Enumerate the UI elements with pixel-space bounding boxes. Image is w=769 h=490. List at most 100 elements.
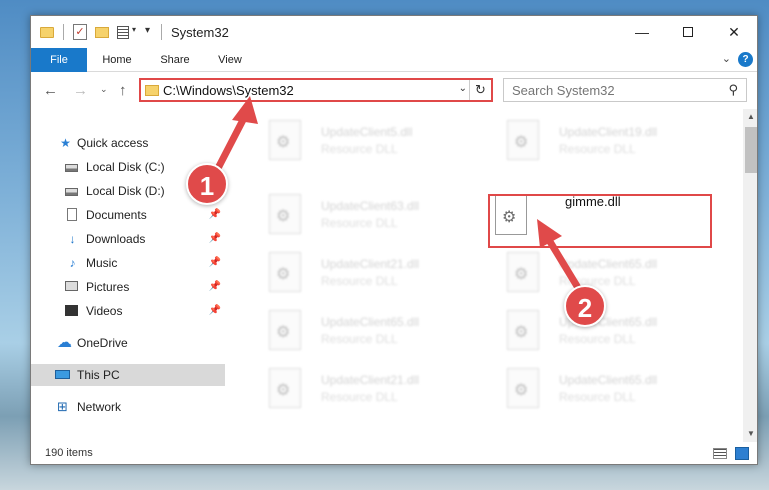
search-input[interactable] [504,79,716,101]
file-type: Resource DLL [321,390,398,404]
cloud-icon: ☁ [57,334,72,351]
properties-icon[interactable] [117,26,129,39]
pin-icon[interactable]: 📌 [209,204,221,226]
sidebar-item-label: Documents [86,208,147,222]
sidebar-item-label: OneDrive [77,336,128,350]
folder-icon [145,85,159,96]
sidebar-item-this-pc[interactable]: This PC [31,364,225,386]
customize-toolbar-icon[interactable]: ▾ [145,25,150,43]
pin-icon[interactable]: 📌 [209,276,221,298]
computer-icon [55,370,70,379]
properties-check-icon[interactable]: ✓ [73,24,87,40]
file-type: Resource DLL [559,390,636,404]
minimize-button[interactable]: — [619,16,665,48]
folder-icon [40,27,54,38]
tab-home[interactable]: Home [95,48,139,72]
sidebar-item-label: Local Disk (C:) [86,160,165,174]
window-title: System32 [171,25,229,40]
navigation-bar: ← → ⌄ ↑ C:\Windows\System32 ⌄ ↻ ⚲ [31,73,757,109]
dll-file-icon: ⚙ [269,368,301,408]
sidebar-item-label: Quick access [77,136,149,150]
download-icon: ↓ [69,232,76,246]
refresh-button[interactable]: ↻ [469,80,491,100]
dll-file-icon: ⚙ [507,368,539,408]
tab-share[interactable]: Share [153,48,197,72]
file-name: UpdateClient5.dll [321,125,413,139]
sidebar-item-label: Pictures [86,280,130,294]
sidebar-item-network[interactable]: ⊞ Network [31,396,225,418]
sidebar-item-videos[interactable]: Videos 📌 [31,300,225,322]
forward-button[interactable]: → [73,82,88,99]
file-list: ⚙ UpdateClient5.dll Resource DLL ⚙ Updat… [227,109,743,442]
scrollbar-thumb[interactable] [745,127,757,173]
file-explorer-window: ✓ ▾ ▾ System32 — ✕ File Home Share View … [30,15,758,465]
gear-icon: ⚙ [514,266,529,283]
file-type: Resource DLL [559,274,636,288]
toolbar-separator [63,24,64,40]
help-icon[interactable]: ? [738,52,753,67]
file-item[interactable]: ⚙ UpdateClient21.dll Resource DLL [249,247,469,299]
file-type: Resource DLL [559,142,636,156]
dll-file-icon: ⚙ [269,194,301,234]
pin-icon[interactable]: 📌 [209,252,221,274]
recent-locations-icon[interactable]: ⌄ [100,84,108,95]
step-2-badge: 2 [564,285,606,327]
close-button[interactable]: ✕ [711,16,757,48]
file-item[interactable]: ⚙ UpdateClient5.dll Resource DLL [249,115,469,167]
file-item[interactable]: ⚙ UpdateClient19.dll Resource DLL [487,115,707,167]
file-name: UpdateClient65.dll [559,373,658,387]
file-type: Resource DLL [321,274,398,288]
details-view-icon[interactable] [713,448,727,459]
sidebar-item-quick-access[interactable]: ★ Quick access [31,132,225,154]
up-button[interactable]: ↑ [119,82,127,99]
gear-icon: ⚙ [276,266,291,283]
file-item[interactable]: ⚙ UpdateClient65.dll Resource DLL [487,363,707,415]
vertical-scrollbar[interactable]: ▲ ▼ [743,109,757,442]
title-bar: ✓ ▾ ▾ System32 — ✕ [31,16,757,48]
sidebar-item-label: Local Disk (D:) [86,184,165,198]
file-type: Resource DLL [321,216,398,230]
scroll-up-icon[interactable]: ▲ [743,109,757,125]
music-icon: ♪ [69,256,76,270]
gear-icon: ⚙ [276,134,291,151]
dll-file-icon: ⚙ [507,252,539,292]
back-button[interactable]: ← [43,82,58,99]
gear-icon: ⚙ [514,134,529,151]
navigation-pane: ★ Quick access Local Disk (C:) Local Dis… [31,109,227,442]
sidebar-item-documents[interactable]: Documents 📌 [31,204,225,226]
file-item[interactable]: ⚙ UpdateClient63.dll Resource DLL [249,189,469,241]
step-1-badge: 1 [186,163,228,205]
sidebar-item-music[interactable]: ♪ Music 📌 [31,252,225,274]
address-bar[interactable]: C:\Windows\System32 ⌄ ↻ [139,78,493,102]
file-name: UpdateClient21.dll [321,373,420,387]
file-item[interactable]: ⚙ UpdateClient21.dll Resource DLL [249,363,469,415]
scroll-down-icon[interactable]: ▼ [743,426,757,442]
pin-icon[interactable]: 📌 [209,228,221,250]
gear-icon: ⚙ [514,324,529,341]
file-type: Resource DLL [321,142,398,156]
gear-icon: ⚙ [276,208,291,225]
dll-file-icon: ⚙ [507,120,539,160]
large-icons-view-icon[interactable] [735,447,749,460]
new-folder-icon[interactable] [95,27,109,38]
maximize-icon [683,27,693,37]
expand-ribbon-icon[interactable]: ⌄ [722,52,731,65]
dll-file-icon: ⚙ [269,252,301,292]
search-box[interactable]: ⚲ [503,78,747,102]
file-name: UpdateClient65.dll [321,315,420,329]
file-item[interactable]: ⚙ UpdateClient65.dll Resource DLL [249,305,469,357]
sidebar-item-onedrive[interactable]: ☁ OneDrive [31,332,225,354]
pin-icon[interactable]: 📌 [209,300,221,322]
search-icon[interactable]: ⚲ [728,82,738,98]
tab-file[interactable]: File [31,48,87,72]
sidebar-item-pictures[interactable]: Pictures 📌 [31,276,225,298]
tab-view[interactable]: View [208,48,252,72]
address-dropdown-icon[interactable]: ⌄ [459,83,467,94]
maximize-button[interactable] [665,16,711,48]
gear-icon: ⚙ [276,382,291,399]
pictures-icon [65,281,78,291]
gear-icon: ⚙ [276,324,291,341]
quick-access-dropdown-icon[interactable]: ▾ [132,25,136,43]
sidebar-item-downloads[interactable]: ↓ Downloads 📌 [31,228,225,250]
address-path[interactable]: C:\Windows\System32 [163,83,294,98]
